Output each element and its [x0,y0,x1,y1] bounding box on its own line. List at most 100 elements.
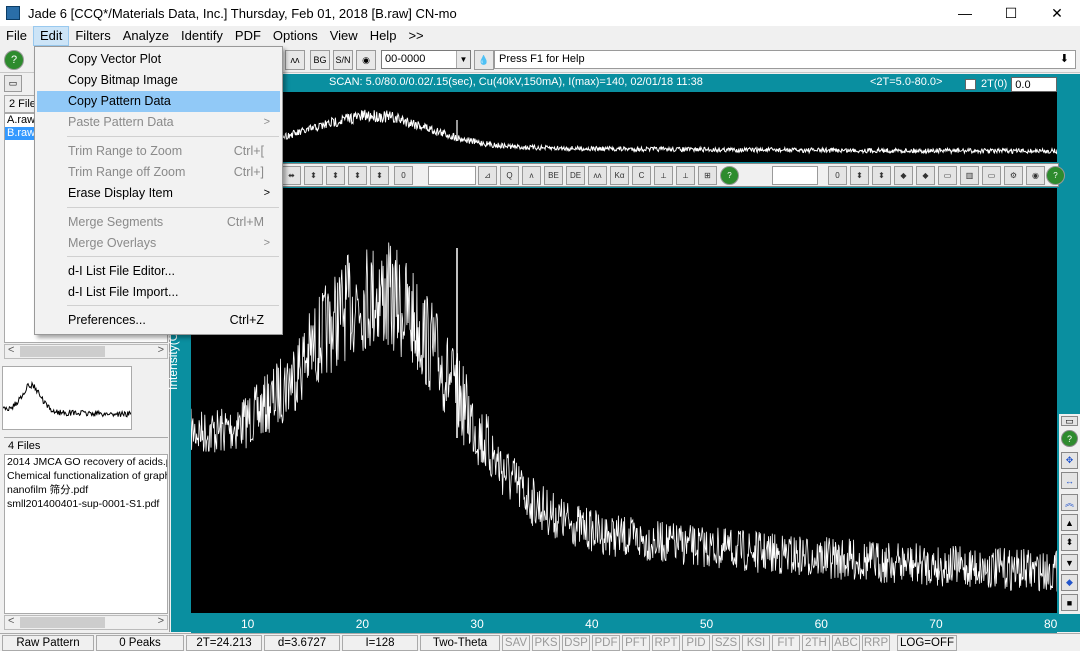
help-icon[interactable]: ? [4,50,24,70]
graph-tool-button[interactable]: ▥ [960,166,979,185]
edit-menu-item[interactable]: d-I List File Import... [37,282,280,303]
graph-tool-button[interactable]: ⬍ [326,166,345,185]
graph-tool-button[interactable]: ⬌ [282,166,301,185]
graph-tool-button[interactable]: ? [1046,166,1065,185]
graph-tool-button[interactable]: ⬍ [348,166,367,185]
graph-tool-button[interactable]: ʌʌ [588,166,607,185]
move-icon[interactable]: ✥ [1061,452,1078,469]
graph-tool-button[interactable]: ⟂ [654,166,673,185]
minimize-button[interactable]: — [942,0,988,26]
list-item[interactable]: smll201400401-sup-0001-S1.pdf [5,497,167,511]
scroll-right-icon[interactable]: > [158,344,164,356]
graph-tool-button[interactable]: C [632,166,651,185]
edit-menu-item[interactable]: Copy Pattern Data [37,91,280,112]
status-button-2th[interactable]: 2TH [802,635,830,651]
menu-analyze[interactable]: Analyze [117,26,175,46]
graph-tool-button[interactable]: ◆ [894,166,913,185]
graph-tool-button[interactable]: ? [720,166,739,185]
globe-icon[interactable]: ◉ [356,50,376,70]
peak-icon[interactable]: ʌʌ [285,50,305,70]
twotheta-checkbox[interactable] [965,78,976,90]
status-peaks[interactable]: 0 Peaks [96,635,184,651]
maximize-button[interactable]: ☐ [988,0,1034,26]
list-item[interactable]: nanofilm 筛分.pdf [5,483,167,497]
arrow-down-icon[interactable]: ▼ [1061,554,1078,571]
zoom-icon[interactable]: ▭ [1061,416,1078,426]
scroll-left-icon[interactable]: < [8,615,14,627]
graph-tool-button[interactable]: DE [566,166,585,185]
scroll-right-icon[interactable]: > [158,615,164,627]
graph-tool-button[interactable]: ▭ [938,166,957,185]
document-list-scrollbar[interactable]: < > [4,615,168,630]
menu-identify[interactable]: Identify [175,26,229,46]
graph-tool-button[interactable]: 0 [828,166,847,185]
close-button[interactable]: ✕ [1034,0,1080,26]
scroll-thumb[interactable] [20,617,105,628]
pattern-thumbnail[interactable] [2,366,132,430]
status-log-scale[interactable]: LOG=OFF [897,635,957,651]
graph-tool-button[interactable]: ⊞ [698,166,717,185]
help-icon[interactable]: ? [1061,430,1078,447]
menu-edit[interactable]: Edit [32,26,70,46]
menu-filters[interactable]: Filters [69,26,116,46]
graph-tool-button[interactable]: 0 [394,166,413,185]
file-list-scrollbar[interactable]: < > [4,344,168,359]
pdf-combo[interactable]: 00-0000 ▼ [381,50,471,69]
scale-up-icon[interactable]: ︽ [1061,494,1078,511]
square-icon[interactable]: ■ [1061,594,1078,611]
graph-tool-button[interactable]: BE [544,166,563,185]
graph-tool-button[interactable]: ⬍ [370,166,389,185]
status-button-pft[interactable]: PFT [622,635,650,651]
edit-menu-item[interactable]: Preferences... Ctrl+Z [37,310,280,331]
scroll-thumb[interactable] [20,346,105,357]
graph-tool-button[interactable]: ⬍ [304,166,323,185]
graph-tool-button[interactable]: ◆ [916,166,935,185]
graph-tool-button[interactable]: ⚙ [1004,166,1023,185]
graph-tool-button[interactable]: Kα [610,166,629,185]
status-button-szs[interactable]: SZS [712,635,740,651]
menu-pdf[interactable]: PDF [229,26,267,46]
arrow-updown-icon[interactable]: ⬍ [1061,534,1078,551]
background-icon[interactable]: BG [310,50,330,70]
graph-tool-button[interactable]: ⟂ [676,166,695,185]
graph-tool-button[interactable] [428,166,476,185]
graph-tool-button[interactable]: ⬍ [872,166,891,185]
drop-icon[interactable]: 💧 [474,50,494,70]
graph-tool-button[interactable]: ▭ [982,166,1001,185]
scroll-left-icon[interactable]: < [8,344,14,356]
edit-menu-item[interactable]: Copy Vector Plot [37,49,280,70]
graph-tool-button[interactable] [772,166,818,185]
status-button-pks[interactable]: PKS [532,635,560,651]
graph-tool-button[interactable]: ◉ [1026,166,1045,185]
status-button-abc[interactable]: ABC [832,635,860,651]
menu-help[interactable]: Help [364,26,403,46]
list-item[interactable]: Chemical functionalization of graph [5,469,167,483]
graph-tool-button[interactable]: ʌ [522,166,541,185]
menu-more[interactable]: >> [402,26,429,46]
status-button-dsp[interactable]: DSP [562,635,590,651]
status-button-pid[interactable]: PID [682,635,710,651]
arrow-leftright-icon[interactable]: ◆ [1061,574,1078,591]
download-arrow-icon[interactable]: ⬇ [1060,51,1069,68]
menu-file[interactable]: File [0,26,33,46]
list-item[interactable]: B.raw [5,127,37,140]
xrd-plot[interactable] [190,188,1058,613]
graph-tool-button[interactable]: ⬍ [850,166,869,185]
status-button-fit[interactable]: FIT [772,635,800,651]
status-button-rrp[interactable]: RRP [862,635,890,651]
arrow-up-icon[interactable]: ▲ [1061,514,1078,531]
graph-tool-button[interactable]: ⊿ [478,166,497,185]
twotheta-input[interactable]: 0.0 [1011,76,1058,92]
status-button-pdf[interactable]: PDF [592,635,620,651]
list-item[interactable]: 2014 JMCA GO recovery of acids.p [5,455,167,469]
status-mode[interactable]: Raw Pattern [2,635,94,651]
status-scan-type[interactable]: Two-Theta [420,635,500,651]
overview-panel[interactable] [280,92,1058,162]
menu-view[interactable]: View [324,26,364,46]
edit-menu-item[interactable]: Copy Bitmap Image [37,70,280,91]
status-button-rpt[interactable]: RPT [652,635,680,651]
folder-icon[interactable]: ▭ [4,75,22,92]
status-button-sav[interactable]: SAV [502,635,530,651]
smooth-icon[interactable]: S/N [333,50,353,70]
expand-icon[interactable]: ↔ [1061,472,1078,489]
